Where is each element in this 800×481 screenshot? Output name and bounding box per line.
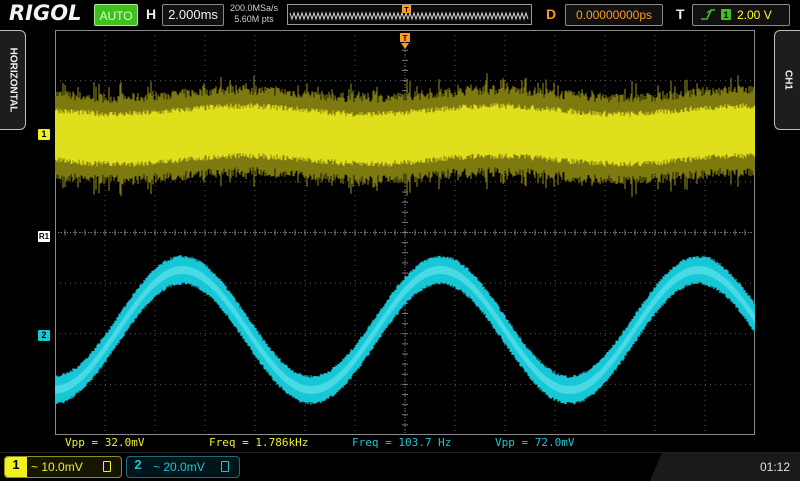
horizontal-position-marker: T <box>402 5 411 14</box>
trigger-position-marker: T <box>400 33 410 49</box>
delay-label: D <box>546 6 557 22</box>
waveform-display[interactable]: T <box>55 30 755 435</box>
brand-logo: RIGOL <box>9 1 82 25</box>
svg-text:T: T <box>403 34 408 43</box>
ch2-waveform <box>55 255 755 405</box>
trigger-edge-icon: 1 <box>701 9 731 20</box>
bandwidth-limit-icon <box>103 461 111 472</box>
ch1-number: 1 <box>5 457 27 477</box>
ch2-scale: ~ 20.0mV <box>153 460 205 474</box>
horizontal-menu-tab[interactable]: HORIZONTAL <box>0 30 26 130</box>
ch2-vpp-measurement: Vpp = 72.0mV <box>495 436 575 449</box>
reference-marker[interactable]: R1 <box>38 231 50 242</box>
graticule: T <box>55 30 755 435</box>
memory-overview-waveform: T <box>289 5 529 21</box>
memory-depth: 5.60M pts <box>234 14 274 24</box>
grid-lines <box>55 30 755 435</box>
ch1-menu-tab[interactable]: CH1 <box>774 30 800 130</box>
top-status-bar: RIGOL AUTO H 2.000ms 200.0MSa/s 5.60M pt… <box>0 0 800 30</box>
delay-readout[interactable]: 0.00000000ps <box>565 4 663 26</box>
svg-text:1: 1 <box>723 10 728 20</box>
ch1-button[interactable]: 1 ~ 10.0mV <box>4 456 122 478</box>
ch2-freq-measurement: Freq = 103.7 Hz <box>352 436 452 449</box>
memory-overview-bar[interactable]: T <box>287 4 532 25</box>
acquisition-info: 200.0MSa/s 5.60M pts <box>229 3 279 25</box>
ch2-offset-marker[interactable]: 2 <box>38 330 50 341</box>
ch1-offset-marker[interactable]: 1 <box>38 129 50 140</box>
horizontal-label: H <box>146 6 157 22</box>
ch2-number: 2 <box>134 457 142 472</box>
ch1-waveform <box>55 73 755 197</box>
timebase-readout[interactable]: 2.000ms <box>162 4 224 26</box>
ch1-vpp-measurement: Vpp = 32.0mV <box>65 436 145 449</box>
ch1-menu-label: CH1 <box>782 69 793 91</box>
horizontal-menu-label: HORIZONTAL <box>7 47 18 113</box>
svg-text:T: T <box>404 7 409 14</box>
run-mode-button[interactable]: AUTO <box>94 4 138 26</box>
bandwidth-limit-icon <box>221 461 229 472</box>
clock: 01:12 <box>759 460 790 474</box>
ch1-scale: ~ 10.0mV <box>31 460 83 474</box>
trigger-label: T <box>676 6 685 22</box>
bottom-status-bar: 1 ~ 10.0mV 2 ~ 20.0mV 01:12 <box>0 452 800 481</box>
trigger-level: 2.00 V <box>737 8 772 22</box>
ch1-freq-measurement: Freq = 1.786kHz <box>209 436 309 449</box>
trigger-readout[interactable]: 1 2.00 V <box>692 4 790 26</box>
ch2-button[interactable]: 2 ~ 20.0mV <box>126 456 240 478</box>
sample-rate: 200.0MSa/s <box>229 3 279 13</box>
